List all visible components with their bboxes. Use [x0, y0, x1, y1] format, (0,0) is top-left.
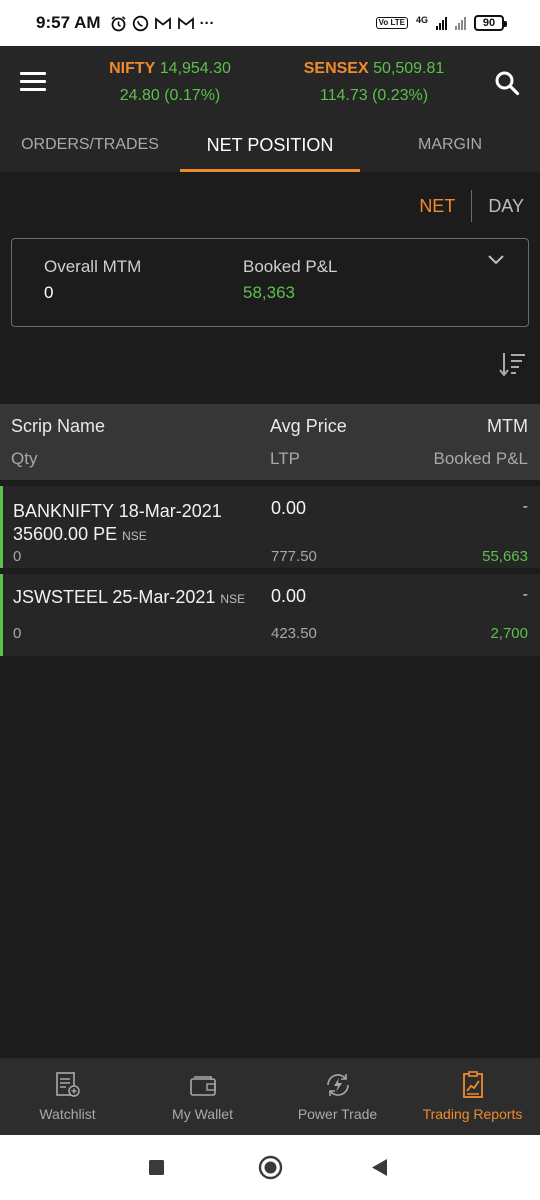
status-time: 9:57 AM [36, 13, 101, 32]
booked-pl-value: 2,700 [490, 625, 528, 642]
gmail-icon [154, 16, 171, 29]
ltp-value: 423.50 [271, 625, 317, 642]
pnl-summary-card[interactable]: Overall MTM 0 Booked P&L 58,363 [11, 238, 529, 327]
gmail-icon [177, 16, 194, 29]
qty-value: 0 [13, 548, 22, 565]
nav-watchlist[interactable]: Watchlist [0, 1058, 135, 1135]
status-bar: 9:57 AM ··· Vo LTE 4G 90 [0, 0, 540, 46]
col-ltp: LTP [270, 449, 300, 468]
overall-mtm-label: Overall MTM [44, 257, 142, 276]
position-row[interactable]: JSWSTEEL 25-Mar-2021 NSE 0.00 - 0 423.50… [0, 574, 540, 656]
col-booked-pl: Booked P&L [433, 449, 528, 468]
sensex-ticker: SENSEX 50,509.81 114.73 (0.23%) [294, 60, 454, 105]
chevron-down-icon[interactable] [486, 253, 506, 267]
scrip-label: JSWSTEEL 25-Mar-2021 [13, 587, 216, 607]
home-icon[interactable] [258, 1155, 283, 1180]
col-mtm: MTM [487, 416, 528, 436]
mtm-value: - [522, 498, 528, 515]
signal-icon-2 [455, 16, 466, 30]
nifty-value: 14,954.30 [159, 60, 231, 77]
scrip-name: JSWSTEEL 25-Mar-2021 NSE [13, 586, 273, 611]
signal-icon [436, 16, 447, 30]
nav-watchlist-label: Watchlist [39, 1106, 96, 1122]
battery-level: 90 [482, 17, 496, 29]
sensex-change: 114.73 (0.23%) [319, 87, 429, 104]
nav-my-wallet-label: My Wallet [172, 1106, 233, 1122]
booked-pl-value: 58,363 [243, 283, 295, 302]
nav-trading-reports[interactable]: Trading Reports [405, 1058, 540, 1135]
app-header: NIFTY 14,954.30 24.80 (0.17%) SENSEX 50,… [0, 46, 540, 118]
exchange-label: NSE [220, 592, 246, 606]
booked-pl-value: 55,663 [482, 548, 528, 565]
qty-value: 0 [13, 625, 22, 642]
more-notifications-icon: ··· [199, 14, 215, 32]
overall-mtm-value: 0 [44, 283, 54, 302]
nifty-name: NIFTY [109, 60, 156, 77]
net-day-toggle: NET DAY [419, 190, 524, 222]
nav-power-trade[interactable]: Power Trade [270, 1058, 405, 1135]
network-type: 4G [415, 15, 428, 25]
col-scrip-name: Scrip Name [11, 416, 106, 436]
nav-my-wallet[interactable]: My Wallet [135, 1058, 270, 1135]
recent-apps-icon[interactable] [148, 1159, 165, 1176]
avg-price: 0.00 [271, 498, 307, 518]
ltp-value: 777.50 [271, 548, 317, 565]
nav-trading-reports-label: Trading Reports [422, 1106, 523, 1122]
battery-icon: 90 [474, 15, 507, 31]
col-qty: Qty [11, 449, 38, 468]
nav-power-trade-label: Power Trade [297, 1106, 378, 1122]
alarm-icon [111, 15, 126, 31]
back-icon[interactable] [371, 1158, 389, 1177]
system-navigation-bar [0, 1135, 540, 1200]
tab-net-position[interactable]: NET POSITION [180, 118, 360, 172]
booked-pl: Booked P&L 58,363 [243, 257, 338, 303]
exchange-label: NSE [122, 529, 147, 543]
menu-icon[interactable] [20, 72, 46, 92]
day-toggle-button[interactable]: DAY [472, 196, 524, 217]
booked-pl-label: Booked P&L [243, 257, 338, 276]
scrip-name: BANKNIFTY 18-Mar-2021 35600.00 PE NSE [13, 500, 253, 548]
notification-icons: ··· [110, 15, 215, 32]
overall-mtm: Overall MTM 0 [44, 257, 141, 303]
net-toggle-button[interactable]: NET [419, 196, 471, 217]
position-row[interactable]: BANKNIFTY 18-Mar-2021 35600.00 PE NSE 0.… [0, 486, 540, 568]
power-trade-icon [326, 1074, 349, 1096]
watchlist-icon [55, 1072, 80, 1097]
tab-orders-trades[interactable]: ORDERS/TRADES [0, 118, 180, 172]
volte-icon: Vo LTE [375, 17, 408, 29]
trading-reports-icon [462, 1071, 483, 1098]
whatsapp-icon [132, 15, 148, 31]
wallet-icon [189, 1076, 216, 1096]
scrip-label: BANKNIFTY 18-Mar-2021 35600.00 PE [13, 501, 222, 544]
sensex-name: SENSEX [303, 60, 369, 77]
nifty-change: 24.80 (0.17%) [119, 87, 221, 104]
search-icon[interactable] [494, 70, 520, 96]
tab-margin[interactable]: MARGIN [360, 118, 540, 172]
sort-icon[interactable] [498, 350, 526, 378]
bottom-navigation: Watchlist My Wallet Power Trade Trading … [0, 1058, 540, 1135]
col-avg-price: Avg Price [270, 416, 347, 436]
nifty-ticker: NIFTY 14,954.30 24.80 (0.17%) [100, 60, 240, 105]
positions-table-header: Scrip Name Avg Price MTM Qty LTP Booked … [0, 404, 540, 480]
position-tabs: ORDERS/TRADES NET POSITION MARGIN [0, 118, 540, 172]
avg-price: 0.00 [271, 586, 307, 606]
sensex-value: 50,509.81 [373, 60, 445, 77]
mtm-value: - [522, 586, 528, 603]
